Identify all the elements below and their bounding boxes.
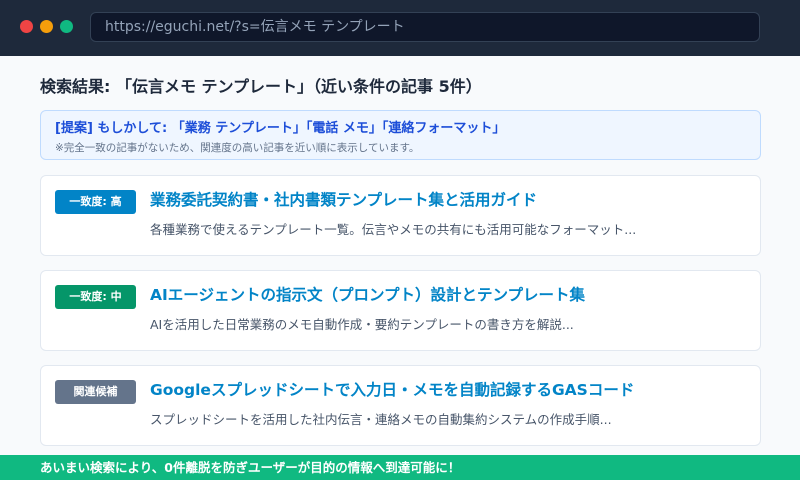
browser-titlebar: https://eguchi.net/?s=伝言メモ テンプレート [0, 0, 800, 56]
search-results-page: 検索結果: 「伝言メモ テンプレート」（近い条件の記事 5件） [提案] もしか… [0, 56, 800, 455]
result-card[interactable]: 一致度: 中 AIエージェントの指示文（プロンプト）設計とテンプレート集 AIを… [40, 270, 761, 351]
search-results-heading: 検索結果: 「伝言メモ テンプレート」（近い条件の記事 5件） [40, 77, 482, 96]
address-bar[interactable]: https://eguchi.net/?s=伝言メモ テンプレート [90, 12, 760, 42]
result-title-link[interactable]: AIエージェントの指示文（プロンプト）設計とテンプレート集 [150, 283, 585, 305]
maximize-window-button[interactable] [60, 20, 73, 33]
result-card[interactable]: 関連候補 Googleスプレッドシートで入力日・メモを自動記録するGASコード … [40, 365, 761, 446]
search-suggestion-box: [提案] もしかして: 「業務 テンプレート」「電話 メモ」「連絡フォーマット」… [40, 110, 761, 160]
result-title-link[interactable]: Googleスプレッドシートで入力日・メモを自動記録するGASコード [150, 378, 634, 400]
result-description: スプレッドシートを活用した社内伝言・連絡メモの自動集約システムの作成手順... [150, 412, 612, 427]
result-description: 各種業務で使えるテンプレート一覧。伝言やメモの共有にも活用可能なフォーマット..… [150, 222, 637, 237]
suggestion-text[interactable]: [提案] もしかして: 「業務 テンプレート」「電話 メモ」「連絡フォーマット」 [55, 117, 746, 136]
result-description: AIを活用した日常業務のメモ自動作成・要約テンプレートの書き方を解説... [150, 317, 574, 332]
footer-banner: あいまい検索により、0件離脱を防ぎユーザーが目的の情報へ到達可能に！ [0, 455, 800, 480]
match-badge: 関連候補 [55, 380, 136, 404]
result-card[interactable]: 一致度: 高 業務委託契約書・社内書類テンプレート集と活用ガイド 各種業務で使え… [40, 175, 761, 256]
minimize-window-button[interactable] [40, 20, 53, 33]
result-title-link[interactable]: 業務委託契約書・社内書類テンプレート集と活用ガイド [150, 188, 537, 210]
close-window-button[interactable] [20, 20, 33, 33]
suggestion-note: ※完全一致の記事がないため、関連度の高い記事を近い順に表示しています。 [55, 142, 420, 154]
match-badge: 一致度: 中 [55, 285, 136, 309]
match-badge: 一致度: 高 [55, 190, 136, 214]
